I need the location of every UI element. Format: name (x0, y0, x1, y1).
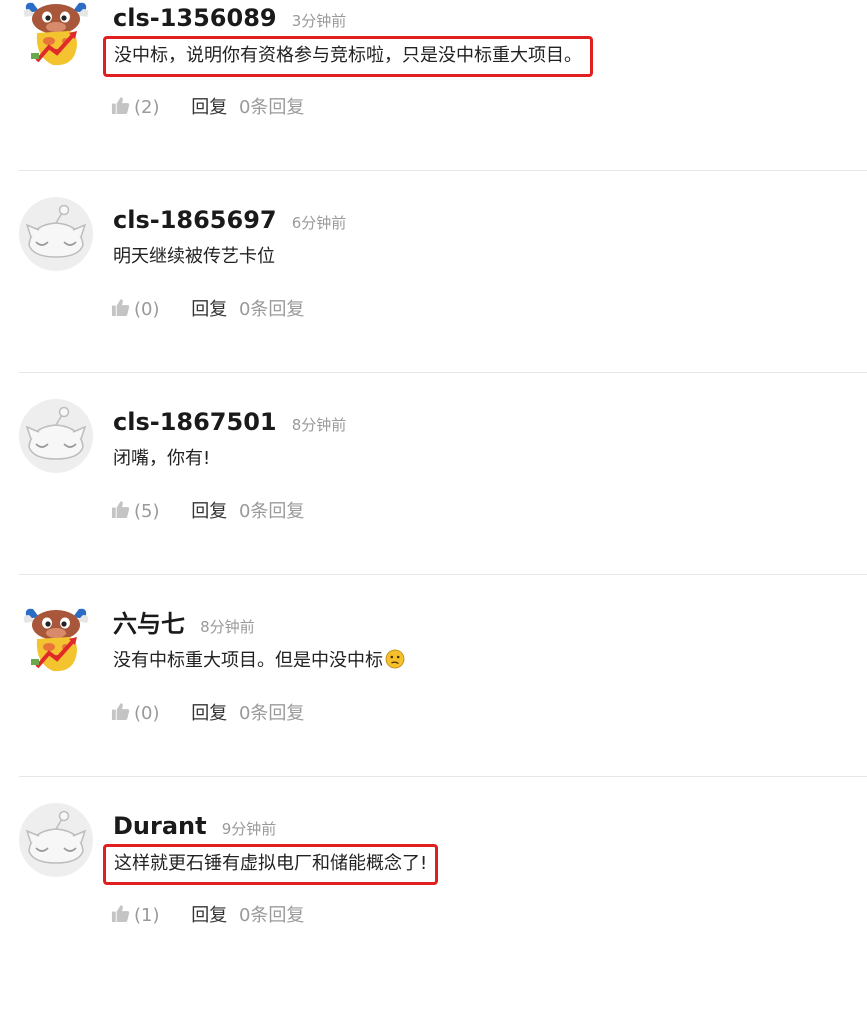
default-face-avatar-icon (19, 197, 93, 271)
like-button[interactable]: (0) (111, 295, 160, 325)
thumbs-up-icon (111, 702, 130, 721)
thumbs-up-icon (111, 96, 130, 115)
user-avatar[interactable] (19, 601, 93, 675)
comment-item: cls-1865697 6分钟前 明天继续被传艺卡位 (0) 回复 0条回复 (0, 202, 867, 404)
confused-face-emoji-icon (385, 649, 405, 669)
comment-item: cls-1867501 8分钟前 闭嘴，你有! (5) 回复 0条回复 (0, 404, 867, 606)
thumbs-up-icon (111, 500, 130, 519)
username[interactable]: 六与七 (113, 610, 185, 638)
comment-divider (19, 574, 867, 575)
default-face-avatar-icon (19, 803, 93, 877)
comment-header: 六与七 8分钟前 (113, 606, 255, 642)
reply-count-link[interactable]: 0条回复 (239, 497, 304, 527)
timestamp: 8分钟前 (200, 618, 255, 636)
reply-button[interactable]: 回复 (191, 699, 227, 729)
thumbs-up-icon (111, 298, 130, 317)
like-count: (5) (134, 501, 160, 522)
comment-text: 明天继续被传艺卡位 (113, 246, 275, 267)
timestamp: 6分钟前 (291, 214, 347, 232)
comment-text: 闭嘴，你有! (113, 448, 211, 469)
reply-count-link[interactable]: 0条回复 (239, 295, 304, 325)
like-button[interactable]: (1) (111, 901, 160, 931)
like-button[interactable]: (5) (111, 497, 160, 527)
username[interactable]: cls-1356089 (113, 4, 277, 32)
like-button[interactable]: (2) (111, 93, 160, 123)
reply-button[interactable]: 回复 (191, 295, 227, 325)
comment-text: 没中标，说明你有资格参与竞标啦，只是没中标重大项目。 (103, 36, 593, 77)
reply-button[interactable]: 回复 (191, 497, 227, 527)
comment-header: cls-1865697 6分钟前 (113, 202, 346, 238)
comment-text-row: 没有中标重大项目。但是中没中标 (113, 646, 405, 676)
user-avatar[interactable] (19, 399, 93, 473)
like-count: (0) (134, 299, 160, 320)
reply-count-link[interactable]: 0条回复 (239, 93, 304, 123)
timestamp: 8分钟前 (291, 416, 347, 434)
comment-actions: (5) 回复 0条回复 (111, 497, 304, 527)
username[interactable]: cls-1865697 (113, 206, 277, 234)
like-count: (2) (134, 97, 160, 118)
like-count: (1) (134, 905, 160, 926)
comment-text: 这样就更石锤有虚拟电厂和储能概念了! (103, 844, 439, 885)
comment-actions: (2) 回复 0条回复 (111, 93, 304, 123)
username[interactable]: Durant (113, 812, 207, 840)
comment-actions: (0) 回复 0条回复 (111, 699, 304, 729)
comment-divider (19, 170, 867, 171)
comment-item: 六与七 8分钟前 没有中标重大项目。但是中没中标 (0) 回复 0条回复 (0, 606, 867, 808)
comment-divider (19, 372, 867, 373)
like-button[interactable]: (0) (111, 699, 160, 729)
comment-actions: (0) 回复 0条回复 (111, 295, 304, 325)
comment-header: cls-1867501 8分钟前 (113, 404, 346, 440)
timestamp: 3分钟前 (291, 12, 347, 30)
comment-divider (19, 776, 867, 777)
reply-button[interactable]: 回复 (191, 901, 227, 931)
default-face-avatar-icon (19, 399, 93, 473)
user-avatar[interactable] (19, 803, 93, 877)
comment-item: cls-1356089 3分钟前 没中标，说明你有资格参与竞标啦，只是没中标重大… (0, 0, 867, 202)
reply-count-link[interactable]: 0条回复 (239, 699, 304, 729)
username[interactable]: cls-1867501 (113, 408, 277, 436)
comment-header: Durant 9分钟前 (113, 808, 276, 844)
user-avatar[interactable] (19, 0, 93, 69)
comment-text: 没有中标重大项目。但是中没中标 (113, 650, 383, 671)
timestamp: 9分钟前 (221, 820, 277, 838)
reply-count-link[interactable]: 0条回复 (239, 901, 304, 931)
thumbs-up-icon (111, 904, 130, 923)
bull-mascot-icon (19, 601, 93, 675)
user-avatar[interactable] (19, 197, 93, 271)
comment-item: Durant 9分钟前 这样就更石锤有虚拟电厂和储能概念了! (1) 回复 0条… (0, 808, 867, 1010)
bull-mascot-icon (19, 0, 93, 69)
comment-header: cls-1356089 3分钟前 (113, 0, 346, 36)
reply-button[interactable]: 回复 (191, 93, 227, 123)
like-count: (0) (134, 703, 160, 724)
comment-actions: (1) 回复 0条回复 (111, 901, 304, 931)
